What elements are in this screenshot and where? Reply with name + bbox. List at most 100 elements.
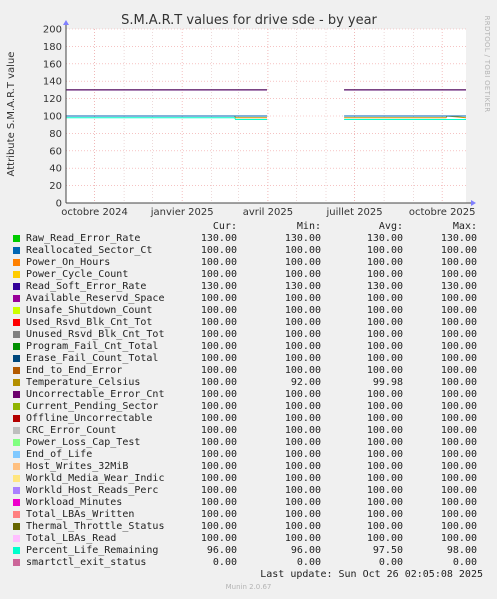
legend-cur: 100.00 [200,497,237,508]
legend-swatch [13,559,20,566]
legend-cur: 100.00 [200,329,237,340]
legend-row: Uncorrectable_Error_Cnt 100.00 100.00 100.0… [0,389,497,401]
legend-min: 100.00 [284,509,321,520]
legend-series-name: Host_Writes_32MiB [26,461,129,472]
y-tick-label: 120 [43,94,62,105]
legend-series-name: smartctl_exit_status [26,557,147,568]
legend-max: 100.00 [440,485,477,496]
legend-cur: 0.00 [212,557,237,568]
legend-cur: 130.00 [200,233,237,244]
legend-row: Program_Fail_Cnt_Total 100.00 100.00 100.00… [0,341,497,353]
legend-swatch [13,331,20,338]
legend-min: 100.00 [284,317,321,328]
legend-row: Workld_Host_Reads_Perc 100.00 100.00 100.00… [0,485,497,497]
legend-row: CRC_Error_Count 100.00 100.00 100.00 100.00 [0,425,497,437]
legend-min: 100.00 [284,437,321,448]
legend-series-name: Workld_Host_Reads_Perc [26,485,159,496]
legend-cur: 100.00 [200,305,237,316]
legend-max: 100.00 [440,365,477,376]
col-min-header: Min: [296,221,321,232]
legend-series-name: Unused_Rsvd_Blk_Cnt_Tot [26,329,165,340]
legend-swatch [13,403,20,410]
legend-cur: 100.00 [200,533,237,544]
munin-footer: Munin 2.0.67 [225,583,272,591]
legend-row: Available_Reservd_Space 100.00 100.00 100.0… [0,293,497,305]
plot-area: 020406080100120140160180200octobre 2024 j… [43,20,476,218]
legend-max: 100.00 [440,353,477,364]
legend-swatch [13,487,20,494]
legend-row: Reallocated_Sector_Ct 100.00 100.00 100.00 1… [0,245,497,257]
legend-max: 100.00 [440,437,477,448]
legend-row: Read_Soft_Error_Rate 130.00 130.00 130.00 13… [0,281,497,293]
legend-row: Power_On_Hours 100.00 100.00 100.00 100.00 [0,257,497,269]
legend-max: 100.00 [440,413,477,424]
legend-max: 130.00 [440,281,477,292]
legend-max: 100.00 [440,377,477,388]
legend-max: 100.00 [440,401,477,412]
legend-row: Used_Rsvd_Blk_Cnt_Tot 100.00 100.00 100.00 1… [0,317,497,329]
legend-cur: 100.00 [200,365,237,376]
legend-max: 100.00 [440,425,477,436]
legend-min: 100.00 [284,485,321,496]
legend-series-name: Current_Pending_Sector [26,401,159,412]
legend-series-name: End_of_Life [26,449,93,460]
legend-avg: 100.00 [366,425,403,436]
legend-series-name: Workld_Media_Wear_Indic [26,473,165,484]
smart-chart: S.M.A.R.T values for drive sde - by year… [6,13,491,218]
legend-cur: 100.00 [200,413,237,424]
legend-row: Percent_Life_Remaining 96.00 96.00 97.50 98.… [0,545,497,557]
legend-max: 100.00 [440,449,477,460]
legend-min: 96.00 [290,545,321,556]
legend-min: 100.00 [284,533,321,544]
legend-swatch [13,247,20,254]
legend-swatch [13,307,20,314]
legend-min: 100.00 [284,245,321,256]
legend-row: Power_Cycle_Count 100.00 100.00 100.00 100.0… [0,269,497,281]
legend-max: 98.00 [446,545,477,556]
legend-row: Total_LBAs_Read 100.00 100.00 100.00 100.00 [0,533,497,545]
legend-avg: 100.00 [366,437,403,448]
legend-cur: 100.00 [200,449,237,460]
legend-max: 100.00 [440,269,477,280]
legend-row: End_to_End_Error 100.00 100.00 100.00 100.00 [0,365,497,377]
legend-max: 100.00 [440,497,477,508]
legend-cur: 100.00 [200,353,237,364]
legend-min: 100.00 [284,389,321,400]
legend-series-name: Power_Cycle_Count [26,269,129,280]
legend-cur: 100.00 [200,521,237,532]
legend-avg: 100.00 [366,341,403,352]
legend-avg: 100.00 [366,521,403,532]
legend-row: Unused_Rsvd_Blk_Cnt_Tot 100.00 100.00 100.0… [0,329,497,341]
legend-min: 130.00 [284,233,321,244]
legend-max: 100.00 [440,317,477,328]
legend-avg: 100.00 [366,365,403,376]
legend-cur: 100.00 [200,473,237,484]
legend-swatch [13,511,20,518]
legend-row: Power_Loss_Cap_Test 100.00 100.00 100.00 100… [0,437,497,449]
last-update: Last update: Sun Oct 26 02:05:08 2025 [0,569,497,581]
legend-series-name: Reallocated_Sector_Ct [26,245,153,256]
y-axis-label: Attribute S.M.A.R.T value [6,52,17,177]
legend-rows: Raw_Read_Error_Rate 130.00 130.00 130.00 130… [0,233,497,581]
y-tick-label: 160 [43,59,62,70]
legend-swatch [13,283,20,290]
legend-min: 100.00 [284,269,321,280]
y-tick-label: 80 [49,129,62,140]
legend-min: 100.00 [284,413,321,424]
legend-cur: 130.00 [200,281,237,292]
legend-min: 100.00 [284,365,321,376]
legend-swatch [13,439,20,446]
legend-min: 100.00 [284,341,321,352]
legend-cur: 100.00 [200,269,237,280]
legend-avg: 100.00 [366,389,403,400]
legend-avg: 100.00 [366,533,403,544]
legend-cur: 100.00 [200,341,237,352]
legend-avg: 99.98 [372,377,403,388]
legend-max: 100.00 [440,509,477,520]
legend-series-name: Temperature_Celsius [26,377,141,388]
legend-avg: 100.00 [366,413,403,424]
legend-swatch [13,499,20,506]
legend-max: 100.00 [440,533,477,544]
legend-avg: 100.00 [366,401,403,412]
last-update-text: Last update: Sun Oct 26 02:05:08 2025 [260,569,483,580]
